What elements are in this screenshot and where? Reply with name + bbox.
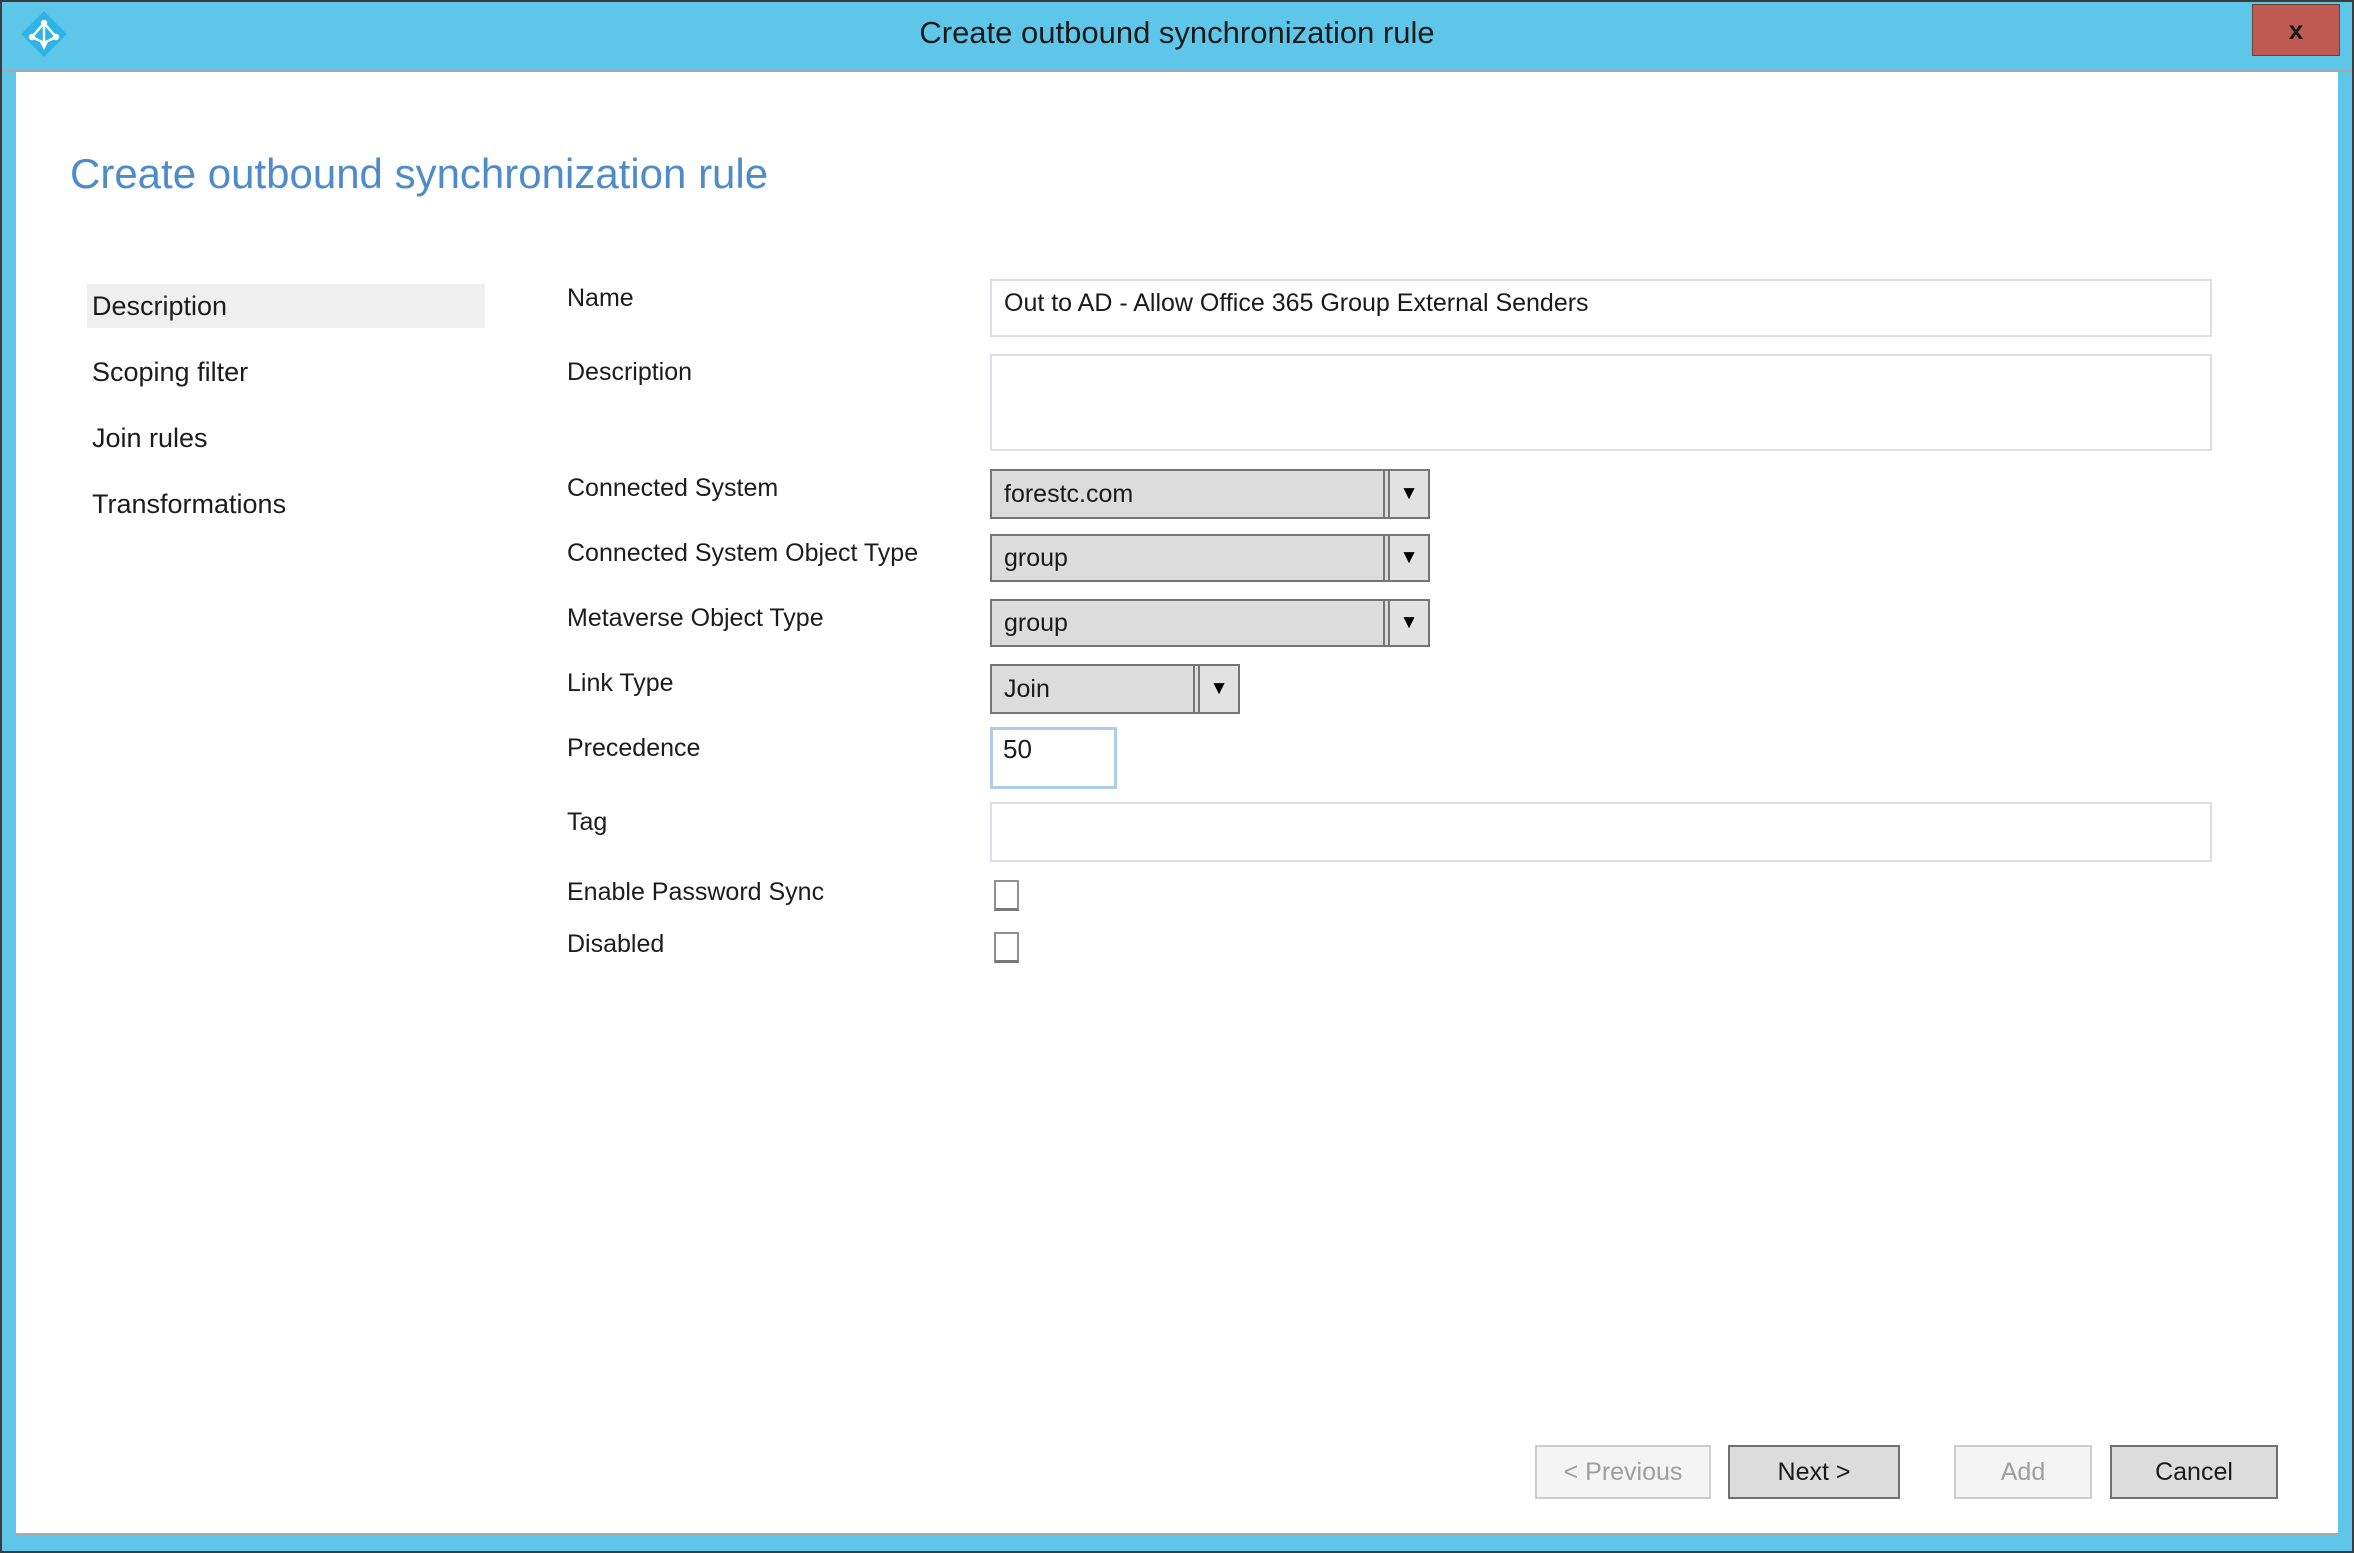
enable-password-sync-checkbox[interactable] — [994, 880, 1019, 911]
connected-system-value: forestc.com — [992, 471, 1385, 517]
chevron-down-icon[interactable]: ▼ — [1388, 601, 1428, 645]
cancel-button[interactable]: Cancel — [2110, 1445, 2278, 1499]
sidebar-item-join-rules[interactable]: Join rules — [87, 416, 485, 460]
next-button[interactable]: Next > — [1728, 1445, 1900, 1499]
dialog-window: Create outbound synchronization rule x C… — [0, 0, 2354, 1553]
disabled-checkbox[interactable] — [994, 932, 1019, 963]
close-button[interactable]: x — [2252, 4, 2340, 56]
add-button[interactable]: Add — [1954, 1445, 2092, 1499]
description-input[interactable] — [990, 354, 2212, 451]
chevron-down-icon[interactable]: ▼ — [1388, 471, 1428, 517]
name-label: Name — [567, 284, 634, 312]
enable-password-sync-label: Enable Password Sync — [567, 878, 825, 906]
sidebar-item-description[interactable]: Description — [87, 284, 485, 328]
sidebar-item-scoping-filter[interactable]: Scoping filter — [87, 350, 485, 394]
precedence-input[interactable]: 50 — [990, 727, 1117, 789]
sidebar-item-transformations[interactable]: Transformations — [87, 482, 485, 526]
connected-system-label: Connected System — [567, 474, 779, 502]
chevron-down-icon[interactable]: ▼ — [1198, 666, 1238, 712]
metaverse-object-type-label: Metaverse Object Type — [567, 604, 824, 632]
connected-system-object-type-label: Connected System Object Type — [567, 539, 919, 567]
titlebar: Create outbound synchronization rule x — [2, 2, 2352, 72]
connected-system-object-type-value: group — [992, 536, 1385, 580]
previous-button[interactable]: < Previous — [1535, 1445, 1711, 1499]
dialog-content: Create outbound synchronization rule Des… — [16, 72, 2338, 1535]
connected-system-dropdown[interactable]: forestc.com ▼ — [990, 469, 1430, 519]
connected-system-object-type-dropdown[interactable]: group ▼ — [990, 534, 1430, 582]
tag-label: Tag — [567, 808, 608, 836]
window-title: Create outbound synchronization rule — [919, 15, 1435, 50]
metaverse-object-type-value: group — [992, 601, 1385, 645]
tag-input[interactable] — [990, 802, 2212, 862]
page-title: Create outbound synchronization rule — [70, 150, 769, 197]
description-label: Description — [567, 358, 693, 386]
link-type-dropdown[interactable]: Join ▼ — [990, 664, 1240, 714]
name-input[interactable]: Out to AD - Allow Office 365 Group Exter… — [990, 279, 2212, 337]
link-type-label: Link Type — [567, 669, 674, 697]
metaverse-object-type-dropdown[interactable]: group ▼ — [990, 599, 1430, 647]
link-type-value: Join — [992, 666, 1195, 712]
chevron-down-icon[interactable]: ▼ — [1388, 536, 1428, 580]
precedence-label: Precedence — [567, 734, 701, 762]
disabled-label: Disabled — [567, 930, 665, 958]
